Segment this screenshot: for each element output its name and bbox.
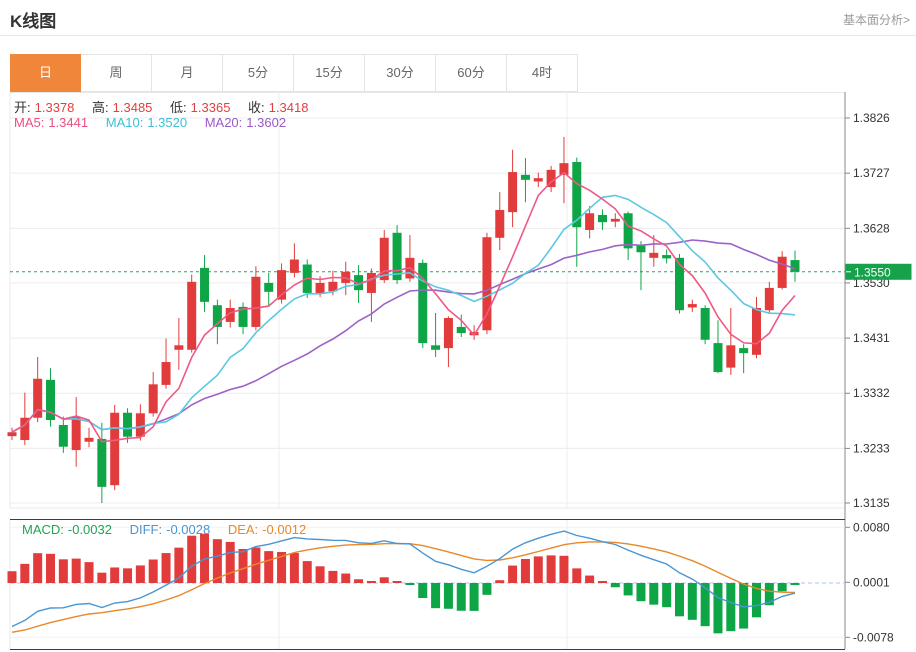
tab-60min[interactable]: 60分 <box>436 54 507 92</box>
tab-15min[interactable]: 15分 <box>294 54 365 92</box>
svg-text:1.3550: 1.3550 <box>854 265 891 279</box>
svg-text:1.3135: 1.3135 <box>853 496 890 510</box>
tab-month[interactable]: 月 <box>152 54 223 92</box>
svg-text:1.3332: 1.3332 <box>853 386 890 400</box>
svg-text:1.3431: 1.3431 <box>853 331 890 345</box>
svg-text:0.0080: 0.0080 <box>853 520 890 534</box>
tab-30min[interactable]: 30分 <box>365 54 436 92</box>
kline-page: K线图 基本面分析> 日周月5分15分30分60分4时 1.3826 1.3727… <box>0 0 916 652</box>
tab-day[interactable]: 日 <box>10 54 81 92</box>
fundamental-analysis-link[interactable]: 基本面分析> <box>843 11 910 28</box>
kline-chart[interactable]: 1.38261.37271.36281.35301.34311.33321.32… <box>0 92 916 652</box>
tab-5min[interactable]: 5分 <box>223 54 294 92</box>
tab-4hour[interactable]: 4时 <box>507 54 578 92</box>
svg-text:-0.0078: -0.0078 <box>853 630 894 644</box>
svg-text:1.3727: 1.3727 <box>853 166 890 180</box>
tab-week[interactable]: 周 <box>81 54 152 92</box>
header-divider <box>0 35 916 36</box>
svg-text:1.3826: 1.3826 <box>853 111 890 125</box>
period-tabs: 日周月5分15分30分60分4时 <box>10 54 578 92</box>
page-title: K线图 <box>10 7 56 32</box>
svg-text:1.3628: 1.3628 <box>853 221 890 235</box>
chart-canvas[interactable]: 1.38261.37271.36281.35301.34311.33321.32… <box>0 92 916 652</box>
svg-text:1.3233: 1.3233 <box>853 441 890 455</box>
svg-text:0.0001: 0.0001 <box>853 575 890 589</box>
